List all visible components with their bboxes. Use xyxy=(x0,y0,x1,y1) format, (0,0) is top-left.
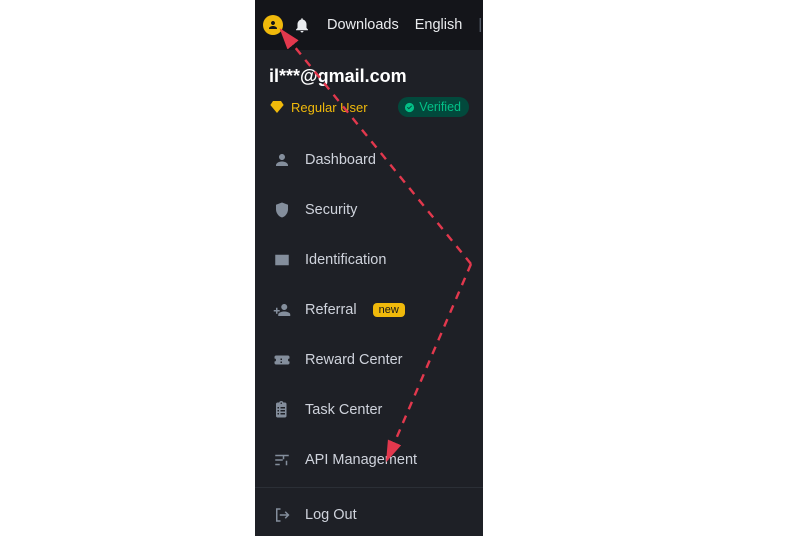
verified-label: Verified xyxy=(419,100,461,114)
menu-identification[interactable]: Identification xyxy=(255,235,483,285)
profile-icon[interactable] xyxy=(263,15,283,35)
user-email: il***@gmail.com xyxy=(269,66,469,87)
top-navbar: Downloads English | USD xyxy=(255,0,483,50)
menu-api-management-label: API Management xyxy=(305,452,417,468)
menu-identification-label: Identification xyxy=(305,252,386,268)
check-circle-icon xyxy=(404,102,415,113)
menu-api-management[interactable]: API Management xyxy=(255,435,483,485)
menu-task-center[interactable]: Task Center xyxy=(255,385,483,435)
nav-language[interactable]: English xyxy=(415,17,463,33)
menu-dashboard-label: Dashboard xyxy=(305,152,376,168)
menu-security-label: Security xyxy=(305,202,357,218)
logout-icon xyxy=(273,506,291,524)
menu-task-center-label: Task Center xyxy=(305,402,382,418)
menu-divider xyxy=(255,487,483,488)
shield-icon xyxy=(273,201,291,219)
menu-logout-label: Log Out xyxy=(305,507,357,523)
person-plus-icon xyxy=(273,301,291,319)
menu-reward-center-label: Reward Center xyxy=(305,352,403,368)
user-tier: Regular User xyxy=(291,100,368,115)
menu-dashboard[interactable]: Dashboard xyxy=(255,135,483,185)
menu-referral[interactable]: Referral new xyxy=(255,285,483,335)
nav-downloads[interactable]: Downloads xyxy=(327,17,399,33)
nav-separator: | xyxy=(478,17,482,33)
person-icon xyxy=(273,151,291,169)
diamond-icon xyxy=(269,99,285,115)
bell-icon[interactable] xyxy=(293,16,311,34)
menu-security[interactable]: Security xyxy=(255,185,483,235)
clipboard-icon xyxy=(273,401,291,419)
menu-referral-label: Referral xyxy=(305,302,357,318)
menu-reward-center[interactable]: Reward Center xyxy=(255,335,483,385)
id-card-icon xyxy=(273,251,291,269)
verified-badge: Verified xyxy=(398,97,469,117)
ticket-icon xyxy=(273,351,291,369)
new-badge: new xyxy=(373,303,405,317)
sliders-icon xyxy=(273,451,291,469)
menu-logout[interactable]: Log Out xyxy=(255,490,483,540)
account-dropdown: il***@gmail.com Regular User Verified Da… xyxy=(255,50,483,536)
